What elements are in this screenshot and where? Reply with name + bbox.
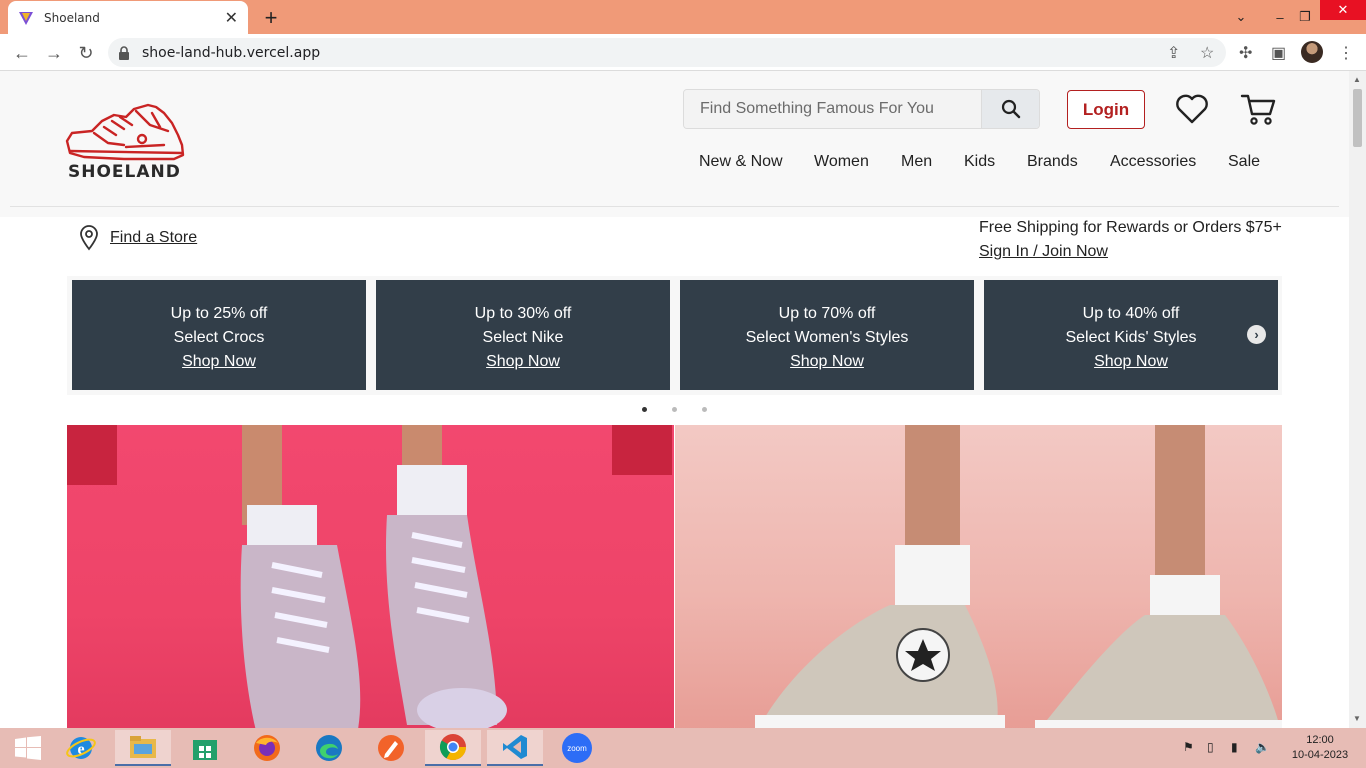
promo-discount: Up to 40% off: [1082, 305, 1180, 322]
site-header: SHOELAND Login New & Now Women Men Kids: [0, 71, 1349, 217]
nav-new-and-now[interactable]: New & Now: [699, 153, 783, 171]
clock-date: 10-04-2023: [1291, 749, 1349, 761]
new-tab-button[interactable]: +: [259, 5, 283, 31]
carousel-pagination: [0, 407, 1349, 415]
carousel-dot[interactable]: [672, 407, 677, 412]
wishlist-heart-icon[interactable]: [1175, 94, 1209, 124]
logo-wordmark: SHOELAND: [68, 162, 181, 182]
browser-tab-strip: Shoeland ✕ + ⌄ – ❐ ✕: [0, 0, 1366, 34]
page-viewport: SHOELAND Login New & Now Women Men Kids: [0, 71, 1349, 728]
login-button[interactable]: Login: [1067, 90, 1145, 129]
taskbar-firefox-icon[interactable]: [239, 730, 295, 766]
sneaker-photo-left-icon: [67, 425, 672, 728]
promo-carousel: Up to 25% off Select Crocs Shop Now Up t…: [67, 276, 1282, 395]
search-bar: [683, 89, 1040, 129]
promo-shop-now-link[interactable]: Shop Now: [680, 350, 974, 374]
taskbar-store-icon[interactable]: [177, 730, 233, 766]
taskbar-file-explorer-icon[interactable]: [115, 730, 171, 766]
extensions-puzzle-icon[interactable]: ✣: [1239, 43, 1252, 63]
url-text: shoe-land-hub.vercel.app: [142, 44, 321, 61]
close-window-button[interactable]: ✕: [1320, 0, 1366, 20]
reload-icon[interactable]: ↻: [74, 41, 98, 65]
address-bar[interactable]: shoe-land-hub.vercel.app: [108, 38, 1226, 67]
hero-image-right: [675, 425, 1282, 728]
cart-icon[interactable]: [1240, 92, 1276, 126]
side-panel-icon[interactable]: ▣: [1271, 43, 1286, 63]
promo-subject: Select Nike: [482, 329, 564, 346]
close-tab-icon[interactable]: ✕: [225, 8, 238, 28]
promo-discount: Up to 25% off: [170, 305, 268, 322]
scroll-up-arrow-icon[interactable]: ▲: [1353, 75, 1361, 84]
carousel-dot[interactable]: [702, 407, 707, 412]
start-button[interactable]: [0, 730, 56, 766]
restore-button[interactable]: ❐: [1290, 0, 1320, 34]
system-clock[interactable]: 12:00 10-04-2023: [1290, 733, 1350, 763]
lock-icon: [119, 45, 129, 60]
promo-shop-now-link[interactable]: Shop Now: [376, 350, 670, 374]
scrollbar-thumb[interactable]: [1353, 89, 1362, 147]
forward-arrow-icon[interactable]: →: [42, 41, 66, 65]
bookmark-star-icon[interactable]: ☆: [1200, 43, 1214, 63]
clock-time: 12:00: [1306, 734, 1334, 746]
browser-tab[interactable]: Shoeland ✕: [8, 1, 248, 34]
promo-subject: Select Crocs: [173, 329, 265, 346]
network-signal-icon[interactable]: ▮: [1231, 740, 1238, 754]
promo-discount: Up to 70% off: [778, 305, 876, 322]
hero-banner[interactable]: [67, 425, 1282, 728]
promo-shop-now-link[interactable]: Shop Now: [72, 350, 366, 374]
nav-men[interactable]: Men: [901, 153, 932, 171]
nav-kids[interactable]: Kids: [964, 153, 995, 171]
taskbar-editor-icon[interactable]: [363, 730, 419, 766]
taskbar-chrome-icon[interactable]: [425, 730, 481, 766]
header-divider: [10, 206, 1339, 207]
nav-accessories[interactable]: Accessories: [1110, 153, 1196, 171]
taskbar-edge-icon[interactable]: [301, 730, 357, 766]
promo-card[interactable]: Up to 30% off Select Nike Shop Now: [376, 280, 670, 390]
tab-title: Shoeland: [44, 10, 100, 25]
promo-shop-now-link[interactable]: Shop Now: [984, 350, 1278, 374]
windows-taskbar: e zoom ⚑ ▯ ▮ 🔈 12:00 10-04-2023: [0, 728, 1366, 768]
taskbar-internet-explorer-icon[interactable]: e: [53, 730, 109, 766]
scroll-down-arrow-icon[interactable]: ▼: [1353, 714, 1361, 723]
taskbar-zoom-icon[interactable]: zoom: [549, 730, 605, 766]
carousel-dot[interactable]: [642, 407, 647, 412]
shipping-promo-text: Free Shipping for Rewards or Orders $75+: [979, 219, 1282, 236]
back-arrow-icon[interactable]: ←: [10, 41, 34, 65]
battery-icon[interactable]: ▯: [1207, 740, 1214, 754]
page-scrollbar[interactable]: ▲ ▼: [1349, 71, 1366, 728]
svg-text:zoom: zoom: [567, 744, 587, 753]
promo-card[interactable]: Up to 40% off Select Kids' Styles Shop N…: [984, 280, 1278, 390]
signin-join-link[interactable]: Sign In / Join Now: [979, 243, 1108, 261]
promo-card[interactable]: Up to 25% off Select Crocs Shop Now: [72, 280, 366, 390]
browser-toolbar: ← → ↻ shoe-land-hub.vercel.app ⇪ ☆ ✣ ▣ ⋮: [0, 34, 1366, 71]
nav-sale[interactable]: Sale: [1228, 153, 1260, 171]
promo-discount: Up to 30% off: [474, 305, 572, 322]
store-info-bar: Find a Store Free Shipping for Rewards o…: [0, 217, 1349, 277]
search-icon: [1001, 99, 1020, 119]
profile-avatar[interactable]: [1301, 41, 1323, 63]
action-center-flag-icon[interactable]: ⚑: [1183, 740, 1194, 754]
promo-card[interactable]: Up to 70% off Select Women's Styles Shop…: [680, 280, 974, 390]
windows-logo-icon: [15, 736, 41, 760]
promo-subject: Select Women's Styles: [745, 329, 909, 346]
search-button[interactable]: [981, 90, 1039, 128]
nav-women[interactable]: Women: [814, 153, 869, 171]
carousel-next-arrow-icon[interactable]: ›: [1247, 325, 1266, 344]
promo-subject: Select Kids' Styles: [1065, 329, 1197, 346]
shoeland-favicon-icon: [19, 11, 33, 25]
volume-icon[interactable]: 🔈: [1255, 740, 1270, 754]
sneaker-photo-right-icon: [755, 425, 1282, 728]
nav-brands[interactable]: Brands: [1027, 153, 1078, 171]
search-input[interactable]: [684, 90, 981, 128]
browser-menu-icon[interactable]: ⋮: [1338, 43, 1354, 63]
find-store-link[interactable]: Find a Store: [110, 229, 197, 247]
tab-search-chevron-icon[interactable]: ⌄: [1226, 0, 1256, 34]
share-icon[interactable]: ⇪: [1167, 43, 1180, 63]
taskbar-vscode-icon[interactable]: [487, 730, 543, 766]
hero-image-left: [67, 425, 674, 728]
location-pin-icon: [80, 225, 98, 251]
